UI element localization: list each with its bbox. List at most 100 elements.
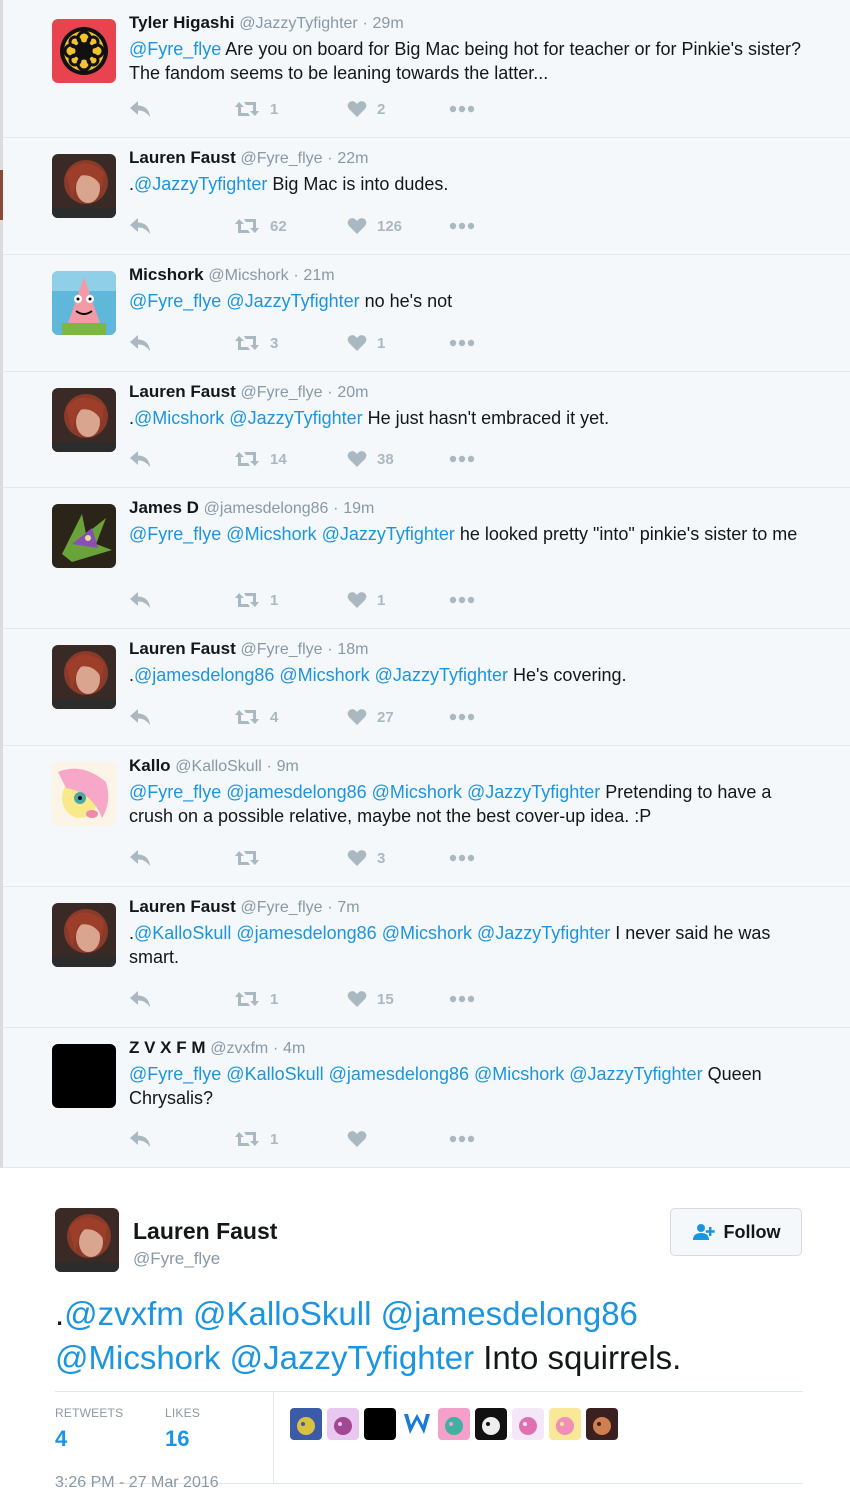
avatar[interactable] — [52, 903, 116, 967]
avatar[interactable] — [52, 19, 116, 83]
mentions[interactable]: @jamesdelong86 @Micshork @JazzyTyfighter — [134, 665, 508, 685]
author-handle[interactable]: @Fyre_flye — [240, 899, 322, 916]
author-handle[interactable]: @jamesdelong86 — [204, 500, 329, 517]
tweet-time[interactable]: 18m — [337, 641, 368, 658]
tweet-time[interactable]: 19m — [343, 500, 374, 517]
author-name[interactable]: Z V X F M — [129, 1038, 206, 1057]
follow-button[interactable]: Follow — [670, 1208, 802, 1256]
more-button[interactable] — [449, 332, 475, 354]
retweet-button[interactable]: 1 — [234, 1128, 278, 1150]
w-logo-avatar[interactable] — [401, 1408, 433, 1440]
mentions[interactable]: @Fyre_flye @Micshork @JazzyTyfighter — [129, 524, 455, 544]
like-button[interactable]: 1 — [347, 589, 385, 611]
black-creature-avatar[interactable] — [475, 1408, 507, 1440]
likes-stat[interactable]: LIKES 16 — [165, 1406, 200, 1452]
avatar[interactable] — [52, 271, 116, 335]
author-handle[interactable]: @Fyre_flye — [240, 641, 322, 658]
tweet-time[interactable]: 22m — [337, 150, 368, 167]
like-button[interactable]: 1 — [347, 332, 385, 354]
tweet-time[interactable]: 4m — [283, 1040, 305, 1057]
author-handle[interactable]: @KalloSkull — [175, 758, 262, 775]
pony-pink-avatar[interactable] — [438, 1408, 470, 1440]
more-button[interactable] — [449, 589, 475, 611]
author-name[interactable]: Tyler Higashi — [129, 13, 235, 32]
reply-button[interactable] — [129, 215, 151, 237]
author-handle[interactable]: @Fyre_flye — [240, 384, 322, 401]
tweet-time[interactable]: 7m — [337, 899, 359, 916]
author-handle[interactable]: @zvxfm — [210, 1040, 268, 1057]
black-avatar-avatar[interactable] — [364, 1408, 396, 1440]
like-button[interactable]: 27 — [347, 706, 394, 728]
tweet-time[interactable]: 29m — [373, 15, 404, 32]
author-name[interactable]: Lauren Faust — [129, 382, 236, 401]
like-button[interactable]: 126 — [347, 215, 402, 237]
more-button[interactable] — [449, 847, 475, 869]
like-button[interactable]: 2 — [347, 98, 385, 120]
pony-white-avatar[interactable] — [512, 1408, 544, 1440]
reply-tweet[interactable]: Tyler Higashi @JazzyTyfighter · 29m @Fyr… — [3, 0, 850, 138]
more-button[interactable] — [449, 706, 475, 728]
author-name[interactable]: James D — [129, 498, 199, 517]
tweet-time[interactable]: 9m — [277, 758, 299, 775]
reply-tweet[interactable]: Lauren Faust @Fyre_flye · 20m .@Micshork… — [3, 372, 850, 488]
author-name[interactable]: Lauren Faust — [133, 1218, 277, 1245]
retweet-stat[interactable]: RETWEETS 4 — [55, 1406, 123, 1452]
reply-tweet[interactable]: Z V X F M @zvxfm · 4m @Fyre_flye @KalloS… — [3, 1028, 850, 1168]
pony-blue-avatar[interactable] — [290, 1408, 322, 1440]
author-handle[interactable]: @Micshork — [208, 267, 288, 284]
reply-button[interactable] — [129, 847, 151, 869]
reply-tweet[interactable]: Lauren Faust @Fyre_flye · 22m .@JazzyTyf… — [3, 138, 850, 255]
tweet-timestamp[interactable]: 3:26 PM - 27 Mar 2016 — [55, 1474, 219, 1492]
like-button[interactable]: 3 — [347, 847, 385, 869]
avatar[interactable] — [52, 504, 116, 568]
retweet-button[interactable]: 3 — [234, 332, 278, 354]
reply-tweet[interactable]: Micshork @Micshork · 21m @Fyre_flye @Jaz… — [3, 255, 850, 372]
pony-yellow-avatar[interactable] — [549, 1408, 581, 1440]
author-name[interactable]: Lauren Faust — [129, 639, 236, 658]
reply-button[interactable] — [129, 706, 151, 728]
retweet-button[interactable] — [234, 847, 270, 869]
more-button[interactable] — [449, 988, 475, 1010]
dark-photo-avatar[interactable] — [586, 1408, 618, 1440]
author-name[interactable]: Lauren Faust — [129, 897, 236, 916]
retweet-button[interactable]: 1 — [234, 98, 278, 120]
reply-tweet[interactable]: Lauren Faust @Fyre_flye · 7m .@KalloSkul… — [3, 887, 850, 1028]
mentions[interactable]: @Fyre_flye @JazzyTyfighter — [129, 291, 360, 311]
tweet-time[interactable]: 21m — [303, 267, 334, 284]
author-name[interactable]: Micshork — [129, 265, 204, 284]
author-handle[interactable]: @JazzyTyfighter — [239, 15, 358, 32]
reply-button[interactable] — [129, 1128, 151, 1150]
mentions[interactable]: @Fyre_flye @KalloSkull @jamesdelong86 @M… — [129, 1064, 703, 1084]
reply-tweet[interactable]: Kallo @KalloSkull · 9m @Fyre_flye @james… — [3, 746, 850, 887]
mentions[interactable]: @KalloSkull @jamesdelong86 @Micshork @Ja… — [134, 923, 610, 943]
author-name[interactable]: Kallo — [129, 756, 171, 775]
pony-purple-avatar[interactable] — [327, 1408, 359, 1440]
avatar[interactable] — [55, 1208, 119, 1272]
reply-button[interactable] — [129, 332, 151, 354]
reply-button[interactable] — [129, 988, 151, 1010]
more-button[interactable] — [449, 215, 475, 237]
retweet-button[interactable]: 62 — [234, 215, 287, 237]
mentions[interactable]: @Micshork @JazzyTyfighter — [134, 408, 363, 428]
retweet-button[interactable]: 1 — [234, 988, 278, 1010]
author-handle[interactable]: @Fyre_flye — [240, 150, 322, 167]
retweet-button[interactable]: 4 — [234, 706, 278, 728]
mentions-line-2[interactable]: @Micshork @JazzyTyfighter — [55, 1339, 474, 1376]
reply-button[interactable] — [129, 589, 151, 611]
reply-button[interactable] — [129, 98, 151, 120]
more-button[interactable] — [449, 98, 475, 120]
avatar[interactable] — [52, 1044, 116, 1108]
avatar[interactable] — [52, 645, 116, 709]
avatar[interactable] — [52, 154, 116, 218]
retweet-button[interactable]: 14 — [234, 448, 287, 470]
avatar[interactable] — [52, 388, 116, 452]
avatar[interactable] — [52, 762, 116, 826]
mentions[interactable]: @JazzyTyfighter — [134, 174, 267, 194]
like-button[interactable]: 15 — [347, 988, 394, 1010]
author-name[interactable]: Lauren Faust — [129, 148, 236, 167]
mentions[interactable]: @Fyre_flye — [129, 39, 221, 59]
like-button[interactable]: 38 — [347, 448, 394, 470]
mentions[interactable]: @Fyre_flye @jamesdelong86 @Micshork @Jaz… — [129, 782, 600, 802]
mentions-line-1[interactable]: @zvxfm @KalloSkull @jamesdelong86 — [64, 1295, 638, 1332]
more-button[interactable] — [449, 1128, 475, 1150]
